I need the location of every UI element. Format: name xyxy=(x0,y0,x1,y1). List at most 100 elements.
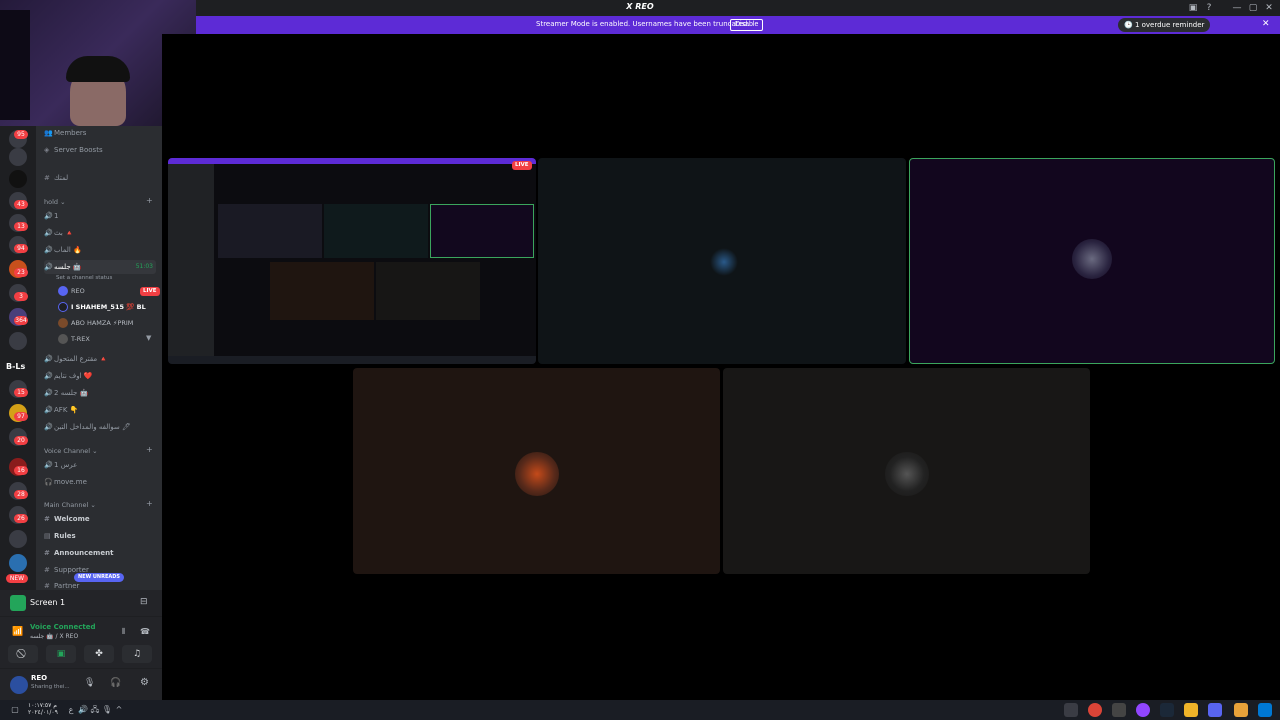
help-icon[interactable]: ? xyxy=(1200,1,1218,15)
headphones-icon: 🎧 xyxy=(44,478,53,486)
speaker-icon: 🔊 xyxy=(44,355,53,363)
speaker-icon: 🔊 xyxy=(44,389,53,397)
new-unreads-badge[interactable]: NEW UNREADS xyxy=(74,573,124,582)
overdue-reminder-badge[interactable]: 🕒 1 overdue reminder xyxy=(1118,18,1211,32)
channel-status[interactable]: Set a channel status xyxy=(56,271,112,285)
voice-user[interactable]: ABO HAMZA ⚡PRIM xyxy=(58,316,133,330)
server-badge: 28 xyxy=(14,490,28,499)
text-channel[interactable]: # لمتك xyxy=(44,171,68,185)
channel-list: 👥Members ◈ Server Boosts # لمتك hold ⌄ + 🔊… xyxy=(36,126,162,590)
participant-tile-speaking[interactable] xyxy=(909,158,1275,364)
close-window-button[interactable]: ✕ xyxy=(1260,1,1278,15)
server-icon[interactable] xyxy=(9,554,27,572)
speaker-icon: 🔊 xyxy=(44,246,53,254)
members-label: Members xyxy=(54,129,87,137)
voice-channel-name: جلسه 🤖 / X REO xyxy=(30,633,79,640)
signal-icon[interactable]: 📶 xyxy=(12,627,23,637)
participant-tile[interactable] xyxy=(538,158,906,364)
camera-off-button[interactable]: ⃠ xyxy=(8,645,38,663)
obs-icon[interactable] xyxy=(1136,703,1150,717)
clock-icon: 🕒 xyxy=(1124,21,1135,29)
category-main[interactable]: Main Channel ⌄ xyxy=(44,501,96,509)
collapse-icon[interactable]: ▼ xyxy=(146,334,151,342)
chrome-icon[interactable] xyxy=(1088,703,1102,717)
voice-channel[interactable]: 🔊الماب 🔥 xyxy=(44,243,82,257)
voice-user[interactable]: I SHAHEM_515 💯 BL xyxy=(58,300,146,314)
channel-label: سوالفه والمداخل التبن 🖊 xyxy=(54,423,131,431)
voice-channel[interactable]: 🔊بث 🔺 xyxy=(44,226,74,240)
add-channel-button[interactable]: + xyxy=(146,196,153,205)
disable-streamer-mode-button[interactable]: Disable xyxy=(730,19,764,31)
avatar[interactable] xyxy=(10,676,28,694)
text-channel[interactable]: ▤ Rules xyxy=(44,529,76,543)
app-icon[interactable] xyxy=(1112,703,1126,717)
user-name: I SHAHEM_515 💯 BL xyxy=(71,303,146,311)
app-icon[interactable] xyxy=(1064,703,1078,717)
server-icon[interactable] xyxy=(9,332,27,350)
voice-channel[interactable]: 🎧move.me xyxy=(44,475,87,489)
participant-tile[interactable] xyxy=(353,368,720,574)
category-hold[interactable]: hold ⌄ xyxy=(44,198,66,206)
headphones-icon[interactable]: 🎧 xyxy=(110,678,121,688)
disconnect-icon[interactable]: ☎ xyxy=(140,627,150,636)
category-label: hold xyxy=(44,198,59,206)
mini-tile xyxy=(376,262,480,320)
screen-share-button[interactable]: ▣ xyxy=(46,645,76,663)
server-icon[interactable] xyxy=(9,148,27,166)
noise-suppression-icon[interactable]: ⫴ xyxy=(122,627,125,637)
folder-icon[interactable] xyxy=(1234,703,1248,717)
microphone-icon[interactable]: 🎙 xyxy=(84,678,95,688)
windows-start-icon[interactable] xyxy=(1258,703,1272,717)
voice-user[interactable]: T-REX xyxy=(58,332,90,346)
voice-channel[interactable]: 🔊عرس 1 xyxy=(44,458,77,472)
screen-share-tile[interactable]: LIVE xyxy=(168,158,536,364)
app-icon[interactable] xyxy=(1184,703,1198,717)
server-badge: 20 xyxy=(14,436,28,445)
voice-channel[interactable]: 🔊1 xyxy=(44,209,58,223)
voice-channel[interactable]: 🔊جلسه 2 🤖 xyxy=(44,386,88,400)
voice-channel[interactable]: 🔊سوالفه والمداخل التبن 🖊 xyxy=(44,420,131,434)
voice-channel[interactable]: 🔊AFK 👇 xyxy=(44,403,78,417)
server-label[interactable]: B-Ls xyxy=(6,362,25,371)
mini-tile xyxy=(324,204,428,258)
add-channel-button[interactable]: + xyxy=(146,445,153,454)
server-icon[interactable] xyxy=(9,530,27,548)
steam-icon[interactable] xyxy=(1160,703,1174,717)
voice-user[interactable]: REO LIVE xyxy=(58,284,160,298)
avatar xyxy=(58,318,68,328)
server-badge: 26 xyxy=(14,514,28,523)
participant-avatar xyxy=(1072,239,1112,279)
voice-channel[interactable]: 🔊مقترع المتحول 🔺 xyxy=(44,352,108,366)
server-badge: 3 xyxy=(14,292,28,301)
stop-sharing-icon[interactable]: ⊟ xyxy=(140,597,148,607)
speaker-icon: 🔊 xyxy=(44,263,53,271)
soundboard-button[interactable]: ♫ xyxy=(122,645,152,663)
category-voice[interactable]: Voice Channel ⌄ xyxy=(44,447,98,455)
text-channel[interactable]: # Welcome xyxy=(44,512,90,526)
os-taskbar: ▢ م ١٠:١٧:٥٧ ٢٠٢٤/٠١/٠٩ ع 🔊 🖧 🎙 ^ xyxy=(0,700,1280,720)
notification-icon[interactable]: ▢ xyxy=(8,703,22,717)
participant-tile[interactable] xyxy=(723,368,1090,574)
text-channel[interactable]: # Partner xyxy=(44,579,79,590)
avatar xyxy=(58,302,68,312)
participant-avatar xyxy=(710,248,738,276)
discord-icon[interactable] xyxy=(1208,703,1222,717)
text-channel[interactable]: # Announcement xyxy=(44,546,113,560)
server-boosts-link[interactable]: ◈ Server Boosts xyxy=(44,143,103,157)
user-name: REO xyxy=(71,287,85,295)
chevron-up-icon[interactable]: ^ xyxy=(112,703,126,717)
server-icon[interactable] xyxy=(9,170,27,188)
avatar xyxy=(58,286,68,296)
add-channel-button[interactable]: + xyxy=(146,499,153,508)
members-link[interactable]: 👥Members xyxy=(44,126,86,140)
voice-status[interactable]: Voice Connected xyxy=(30,623,96,631)
mini-banner xyxy=(168,158,536,164)
settings-gear-icon[interactable]: ⚙ xyxy=(140,677,149,688)
live-badge: LIVE xyxy=(512,161,532,170)
speaker-icon: 🔊 xyxy=(44,372,53,380)
banner-close-button[interactable]: ✕ xyxy=(1262,19,1270,29)
tray-clock[interactable]: م ١٠:١٧:٥٧ ٢٠٢٤/٠١/٠٩ xyxy=(28,702,58,716)
activities-button[interactable]: ✤ xyxy=(84,645,114,663)
voice-channel[interactable]: 🔊اوف نتايم ❤️ xyxy=(44,369,93,383)
banner-text: Streamer Mode is enabled. Usernames have… xyxy=(536,20,750,28)
